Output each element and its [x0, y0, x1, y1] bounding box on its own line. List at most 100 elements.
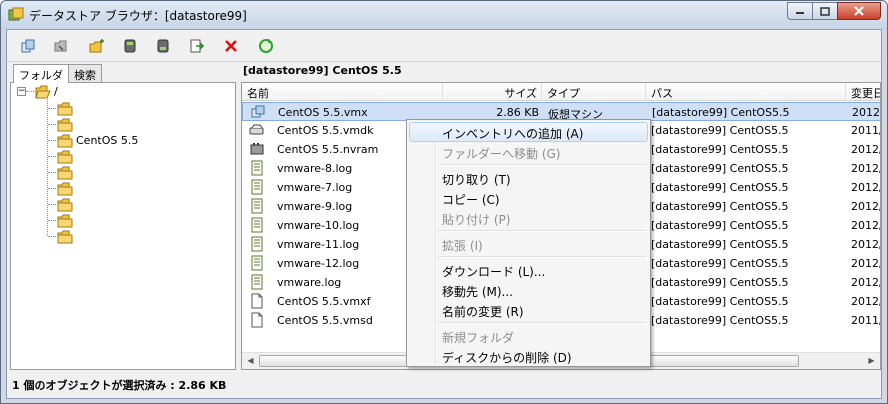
upload-icon — [124, 39, 136, 53]
move-icon — [190, 39, 205, 53]
folder-icon — [57, 166, 73, 179]
tree-item-folder[interactable]: CentOS 5.5 — [48, 132, 138, 149]
cell-modified: 2012/0 — [851, 219, 880, 232]
column-header-name[interactable]: 名前 — [242, 83, 443, 101]
cell-name: CentOS 5.5.vmx — [278, 106, 368, 119]
close-button[interactable] — [837, 2, 881, 20]
cell-path: [datastore99] CentOS5.5 — [651, 143, 789, 156]
minimize-icon — [796, 12, 804, 14]
folder-icon — [57, 150, 73, 163]
delete-button[interactable] — [220, 35, 242, 57]
maximize-icon — [820, 6, 830, 16]
datastore-button[interactable] — [17, 35, 39, 57]
menu-item[interactable]: コピー (C) — [409, 188, 648, 208]
column-header-path[interactable]: パス — [646, 83, 846, 101]
minimize-button[interactable] — [787, 2, 813, 20]
cell-path: [datastore99] CentOS5.5 — [652, 106, 790, 119]
toolbar — [7, 30, 881, 62]
menu-item: ファルダーへ移動 (G) — [442, 147, 561, 161]
title-bar[interactable]: データストア ブラウザ：[datastore99] — [1, 1, 887, 29]
menu-separator — [438, 256, 646, 258]
menu-item[interactable]: 名前の変更 (R) — [409, 300, 648, 320]
cell-path: [datastore99] CentOS5.5 — [651, 124, 789, 137]
tree-item-label: / — [54, 85, 58, 98]
menu-item[interactable]: 切り取り (T) — [409, 168, 648, 188]
tree-connector — [48, 220, 56, 221]
close-icon — [854, 6, 864, 16]
cell-path: [datastore99] CentOS5.5 — [651, 238, 789, 251]
tab-search[interactable]: 検索 — [68, 64, 102, 82]
tree-connector — [26, 91, 34, 92]
tree-item-folder[interactable] — [48, 116, 76, 133]
menu-separator — [438, 164, 646, 166]
cell-path: [datastore99] CentOS5.5 — [651, 181, 789, 194]
tree-connector — [48, 204, 56, 205]
menu-item: 新規フォルダ — [442, 331, 515, 345]
new-folder-button[interactable] — [86, 35, 108, 57]
new-folder-icon — [89, 39, 104, 53]
log-icon — [251, 274, 263, 290]
refresh-button[interactable] — [255, 35, 277, 57]
menu-separator — [438, 230, 646, 232]
menu-item[interactable]: ディスクからの削除 (D) — [409, 346, 648, 366]
status-bar: 1 個のオブジェクトが選択済み : 2.86 KB — [7, 374, 881, 394]
cell-size: 2.86 KB — [496, 106, 539, 119]
left-tabs: フォルダ 検索 — [13, 64, 102, 83]
tree-connector — [48, 140, 56, 141]
column-header-size[interactable]: サイズ — [443, 83, 542, 101]
tree-item-folder[interactable] — [48, 180, 76, 197]
tree-connector — [48, 124, 56, 125]
download-button[interactable] — [152, 35, 174, 57]
log-icon — [251, 160, 263, 176]
menu-item[interactable]: ダウンロード (L)... — [409, 260, 648, 280]
cell-modified: 2012/0 — [851, 257, 880, 270]
file-icon — [251, 293, 263, 309]
delete-icon — [225, 40, 237, 52]
scroll-right-icon[interactable]: ▶ — [863, 353, 880, 369]
tree-collapse-toggle[interactable]: − — [17, 87, 26, 96]
cell-modified: 2012/0 — [852, 106, 880, 119]
tree-item-folder[interactable] — [48, 164, 76, 181]
column-header-type[interactable]: タイプ — [542, 83, 646, 101]
tree-item-folder[interactable] — [48, 196, 76, 213]
cell-modified: 2012/0 — [851, 200, 880, 213]
refresh-icon — [259, 39, 273, 53]
tree-connector — [48, 172, 56, 173]
maximize-button[interactable] — [812, 2, 838, 20]
cell-path: [datastore99] CentOS5.5 — [651, 295, 789, 308]
datastore-browser-icon — [8, 7, 24, 21]
menu-item[interactable]: 移動先 (M)... — [409, 280, 648, 300]
tree-item-folder[interactable] — [48, 148, 76, 165]
menu-separator — [438, 322, 646, 324]
cell-modified: 2012/0 — [851, 276, 880, 289]
cell-modified: 2011/0 — [851, 124, 880, 137]
menu-item: 貼り付け (P) — [442, 213, 511, 227]
cell-modified: 2012/0 — [851, 295, 880, 308]
cell-path: [datastore99] CentOS5.5 — [651, 200, 789, 213]
cell-path: [datastore99] CentOS5.5 — [651, 276, 789, 289]
folder-icon — [57, 118, 73, 131]
cell-modified: 2012/0 — [851, 162, 880, 175]
folder-open-icon — [35, 85, 51, 98]
menu-item[interactable]: インベントリへの追加 (A) — [409, 122, 648, 142]
tree-item-folder[interactable] — [48, 228, 76, 245]
folder-icon — [57, 182, 73, 195]
tab-folders[interactable]: フォルダ — [13, 64, 69, 83]
column-header-modified[interactable]: 変更日 — [846, 83, 880, 101]
upload-button[interactable] — [119, 35, 141, 57]
current-path: [datastore99] CentOS 5.5 — [243, 64, 402, 77]
scroll-left-icon[interactable]: ◀ — [242, 353, 259, 369]
tree-item-folder[interactable] — [48, 100, 76, 117]
folder-icon — [57, 102, 73, 115]
cell-path: [datastore99] CentOS5.5 — [651, 219, 789, 232]
cell-path: [datastore99] CentOS5.5 — [651, 257, 789, 270]
folder-browse-button[interactable] — [50, 35, 72, 57]
move-button[interactable] — [186, 35, 208, 57]
tree-item-folder[interactable] — [48, 212, 76, 229]
cell-modified: 2012/0 — [851, 143, 880, 156]
tree-item-root[interactable]: / — [35, 83, 58, 100]
log-icon — [251, 255, 263, 271]
datastore-browser-window: データストア ブラウザ：[datastore99] フォルダ 検索 − / Ce… — [0, 0, 888, 404]
nvram-icon — [250, 143, 264, 155]
vm-icon — [251, 105, 265, 118]
